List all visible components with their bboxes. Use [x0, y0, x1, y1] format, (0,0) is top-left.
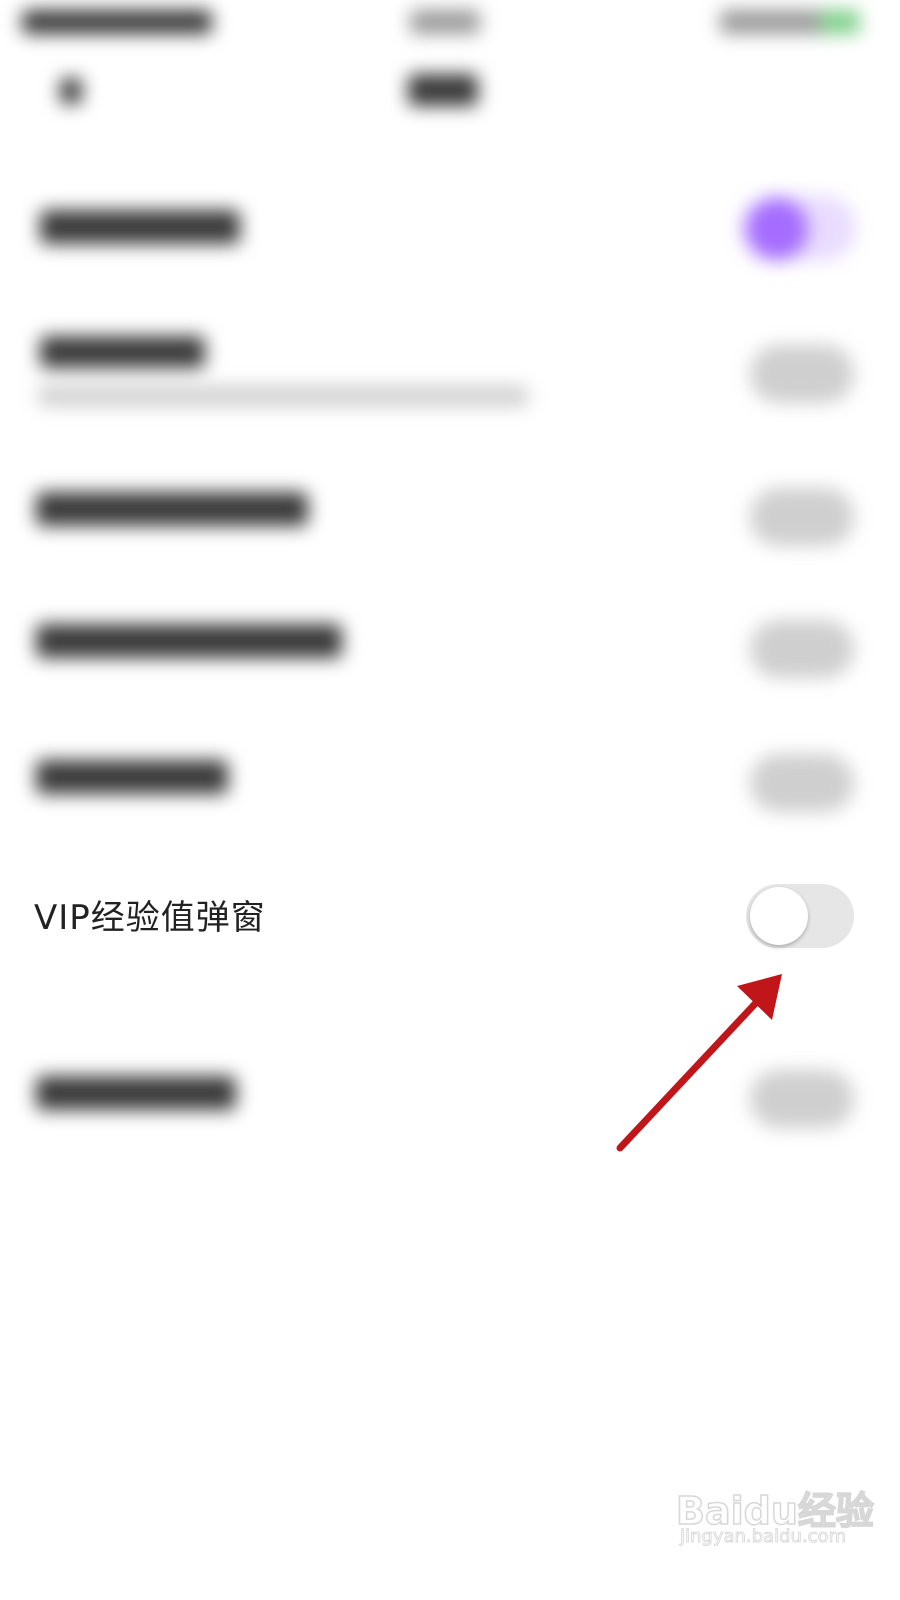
row-4-label — [36, 624, 342, 658]
nav-title — [408, 74, 478, 106]
row-1-toggle-knob — [746, 198, 808, 260]
status-bar-time — [22, 10, 212, 34]
row-5-toggle — [750, 754, 854, 812]
row-5-label — [36, 760, 228, 794]
row-7-label — [36, 1076, 236, 1110]
red-arrow-icon — [616, 974, 782, 1152]
status-bar-center — [410, 10, 480, 34]
row-4-toggle — [750, 620, 854, 678]
row-2-label — [40, 336, 205, 368]
vip-exp-popup-toggle[interactable] — [746, 884, 854, 948]
settings-screen: VIP经验值弹窗 Baidu经验 jingyan.baidu.com — [0, 0, 900, 1600]
row-1-toggle-track — [740, 195, 856, 261]
battery-icon — [820, 10, 860, 34]
watermark-url: jingyan.baidu.com — [680, 1526, 847, 1548]
row-3-toggle — [750, 488, 854, 546]
row-2-toggle — [750, 345, 854, 403]
setting-label: VIP经验值弹窗 — [34, 898, 266, 938]
baidu-jingyan-watermark: Baidu经验 jingyan.baidu.com — [675, 1474, 876, 1554]
row-3-label — [36, 492, 308, 526]
row-1-label — [40, 210, 240, 244]
status-bar-right — [720, 10, 830, 34]
toggle-knob[interactable] — [750, 887, 808, 945]
blurred-content — [0, 0, 900, 1600]
row-2-subtitle — [38, 386, 528, 406]
back-icon — [60, 78, 82, 104]
